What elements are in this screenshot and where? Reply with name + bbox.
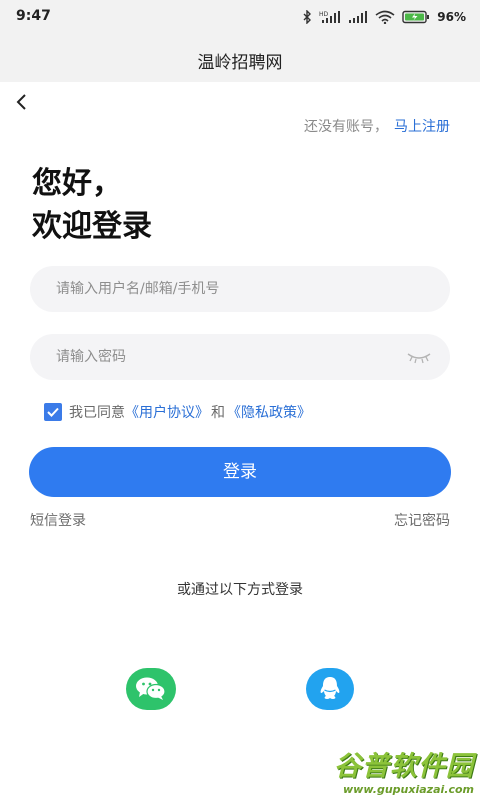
app-header: 温岭招聘网 xyxy=(0,34,480,82)
password-field-container xyxy=(30,334,450,380)
login-button[interactable]: 登录 xyxy=(29,447,451,497)
battery-icon xyxy=(402,10,430,24)
signal-icon xyxy=(349,11,368,23)
status-bar: 9:47 HD 96% xyxy=(0,0,480,34)
username-field-container xyxy=(30,266,450,312)
check-icon xyxy=(47,407,59,417)
wifi-icon xyxy=(375,10,395,24)
forgot-password-link[interactable]: 忘记密码 xyxy=(394,510,450,530)
wechat-login-button[interactable] xyxy=(126,668,176,710)
app-title: 温岭招聘网 xyxy=(197,53,283,73)
status-icons: HD 96% xyxy=(302,7,466,27)
username-input[interactable] xyxy=(56,266,396,312)
user-agreement-link[interactable]: 《用户协议》 xyxy=(125,402,209,422)
register-prompt: 还没有账号， 马上注册 xyxy=(304,116,450,136)
svg-text:HD: HD xyxy=(319,11,329,18)
greeting-line-1: 您好， xyxy=(32,166,122,201)
qq-icon xyxy=(320,677,340,699)
qq-login-button[interactable] xyxy=(306,668,354,710)
agree-checkbox[interactable] xyxy=(44,403,62,421)
privacy-policy-link[interactable]: 《隐私政策》 xyxy=(227,402,311,422)
other-login-label: 或通过以下方式登录 xyxy=(177,582,303,598)
status-time: 9:47 xyxy=(16,8,51,24)
agree-and: 和 xyxy=(211,405,225,421)
greeting: 您好， 欢迎登录 xyxy=(32,162,152,248)
wechat-icon xyxy=(136,677,166,700)
watermark-url: www.gupuxiazai.com xyxy=(343,783,474,796)
password-input[interactable] xyxy=(56,334,396,380)
register-link[interactable]: 马上注册 xyxy=(394,119,450,135)
eye-closed-icon[interactable] xyxy=(406,348,432,366)
watermark-title: 谷普软件园 xyxy=(334,751,474,782)
back-arrow-icon xyxy=(16,94,26,110)
back-button[interactable] xyxy=(10,90,36,116)
sms-login-link[interactable]: 短信登录 xyxy=(30,510,86,530)
greeting-line-2: 欢迎登录 xyxy=(32,209,152,244)
agree-prefix: 我已同意 xyxy=(69,405,125,421)
agreement-row: 我已同意 《用户协议》 和 《隐私政策》 xyxy=(44,402,311,422)
watermark: 谷普软件园 www.gupuxiazai.com xyxy=(330,740,480,800)
battery-percent: 96% xyxy=(437,10,466,24)
bluetooth-icon xyxy=(303,10,312,24)
hd-signal-icon: HD xyxy=(319,11,341,23)
no-account-text: 还没有账号， xyxy=(304,119,388,135)
